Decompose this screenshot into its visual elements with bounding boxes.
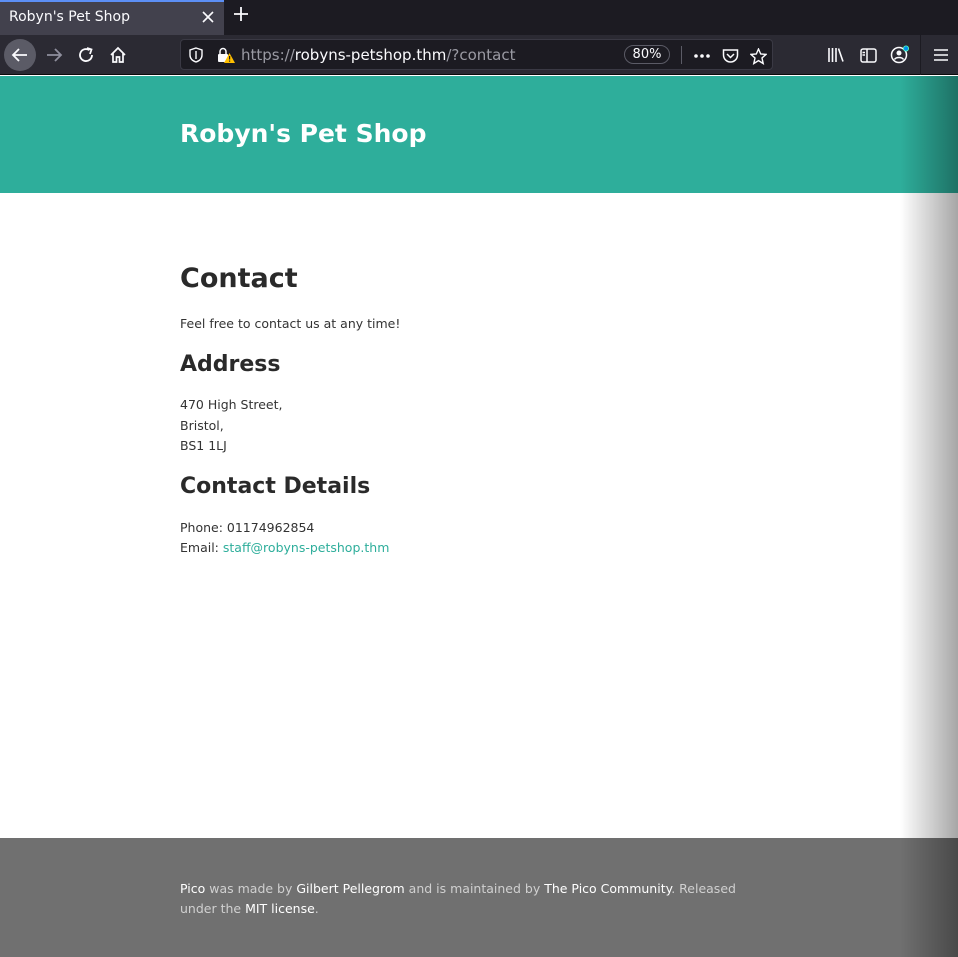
home-icon[interactable]	[102, 39, 134, 71]
forward-arrow-icon[interactable]	[38, 39, 70, 71]
email-link[interactable]: staff@robyns-petshop.thm	[223, 540, 390, 555]
navigation-toolbar: https://robyns-petshop.thm/?contact 80%	[0, 35, 958, 75]
sidebar-toggle-icon[interactable]	[857, 44, 879, 66]
footer-end: .	[314, 901, 319, 916]
library-icon[interactable]	[825, 44, 847, 66]
toolbar-separator	[920, 35, 921, 75]
author-link[interactable]: Gilbert Pellegrom	[296, 881, 404, 896]
tab-strip: Robyn's Pet Shop	[0, 0, 958, 35]
close-tab-icon[interactable]	[198, 8, 218, 28]
tracking-protection-shield-icon[interactable]	[189, 47, 203, 67]
phone-number: 01174962854	[226, 520, 315, 535]
url-scheme: https://	[241, 46, 295, 64]
url-text: https://robyns-petshop.thm/?contact	[241, 46, 516, 64]
site-footer: Pico was made by Gilbert Pellegrom and i…	[0, 838, 958, 957]
intro-text: Feel free to contact us at any time!	[180, 316, 401, 331]
community-link[interactable]: The Pico Community	[544, 881, 671, 896]
pico-link[interactable]: Pico	[180, 881, 205, 896]
account-icon[interactable]	[889, 44, 911, 66]
phone-label: Phone:	[180, 520, 227, 535]
address-line: BS1 1LJ	[180, 438, 227, 453]
insecure-lock-warning-icon[interactable]	[217, 47, 235, 68]
tab-active[interactable]: Robyn's Pet Shop	[0, 0, 224, 35]
address-line: Bristol,	[180, 418, 224, 433]
email-label: Email:	[180, 540, 223, 555]
page-title: Contact	[180, 263, 298, 294]
contact-details-heading: Contact Details	[180, 474, 371, 499]
page-actions-menu-icon[interactable]	[692, 46, 712, 66]
reload-icon[interactable]	[70, 39, 102, 71]
address-line: 470 High Street,	[180, 397, 283, 412]
address-bar[interactable]: https://robyns-petshop.thm/?contact 80%	[180, 39, 773, 70]
bookmark-star-icon[interactable]	[748, 46, 768, 66]
url-path: /?contact	[446, 46, 516, 64]
right-edge-shadow	[900, 76, 958, 957]
back-arrow-icon[interactable]	[4, 39, 36, 71]
url-separator	[681, 46, 682, 64]
footer-text: Pico was made by Gilbert Pellegrom and i…	[180, 879, 770, 919]
tab-title: Robyn's Pet Shop	[9, 9, 131, 25]
footer-maintained: and is maintained by	[404, 881, 545, 896]
url-host: robyns-petshop.thm	[294, 46, 447, 64]
phone-line: Phone: 01174962854	[180, 520, 314, 535]
email-line: Email: staff@robyns-petshop.thm	[180, 540, 389, 555]
site-header: Robyn's Pet Shop	[0, 76, 958, 193]
license-link[interactable]: MIT license	[245, 901, 315, 916]
hamburger-menu-icon[interactable]	[930, 44, 952, 66]
address-heading: Address	[180, 352, 281, 377]
new-tab-icon[interactable]	[230, 6, 252, 28]
site-title-link[interactable]: Robyn's Pet Shop	[180, 119, 426, 148]
zoom-level-badge[interactable]: 80%	[624, 45, 670, 64]
pocket-icon[interactable]	[720, 46, 740, 66]
footer-made-by: was made by	[205, 881, 297, 896]
